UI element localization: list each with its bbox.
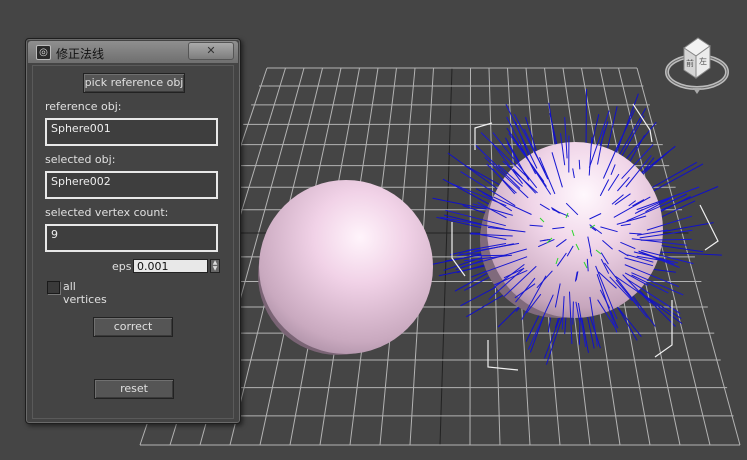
normal-line	[572, 301, 574, 325]
normal-line	[629, 232, 642, 235]
eps-spinner-icon[interactable]: ▲ ▼	[210, 259, 220, 273]
vertex-count-field[interactable]: 9	[45, 224, 218, 252]
close-button[interactable]: ✕	[188, 42, 234, 60]
dialog-title: 修正法线	[56, 47, 105, 61]
eps-label: eps	[112, 260, 132, 273]
normal-line	[578, 159, 581, 170]
reset-button[interactable]: reset	[94, 379, 174, 399]
selected-obj-field[interactable]: Sphere002	[45, 171, 218, 199]
nav-cube-left-label: 左	[699, 56, 707, 66]
reference-obj-label: reference obj:	[45, 100, 122, 113]
nav-cube-front-label: 前	[686, 58, 694, 68]
close-icon: ✕	[206, 44, 216, 57]
sphere001	[259, 180, 433, 354]
correct-button[interactable]: correct	[93, 317, 173, 337]
pick-reference-button[interactable]: pick reference obj	[83, 73, 185, 93]
vertex-count-label: selected vertex count:	[45, 206, 169, 219]
eps-input[interactable]: 0.001	[133, 259, 208, 273]
selected-obj-label: selected obj:	[45, 153, 116, 166]
all-vertices-label: all vertices	[63, 280, 107, 306]
correct-normals-dialog: ◎ 修正法线 ✕ pick reference obj reference ob…	[25, 38, 241, 424]
reference-obj-field[interactable]: Sphere001	[45, 118, 218, 146]
view-cube-icon[interactable]: 前 左	[662, 28, 732, 100]
normal-line	[585, 89, 587, 152]
app-icon: ◎	[36, 45, 51, 60]
all-vertices-checkbox[interactable]	[47, 281, 60, 294]
dialog-titlebar[interactable]: ◎ 修正法线 ✕	[28, 41, 238, 63]
